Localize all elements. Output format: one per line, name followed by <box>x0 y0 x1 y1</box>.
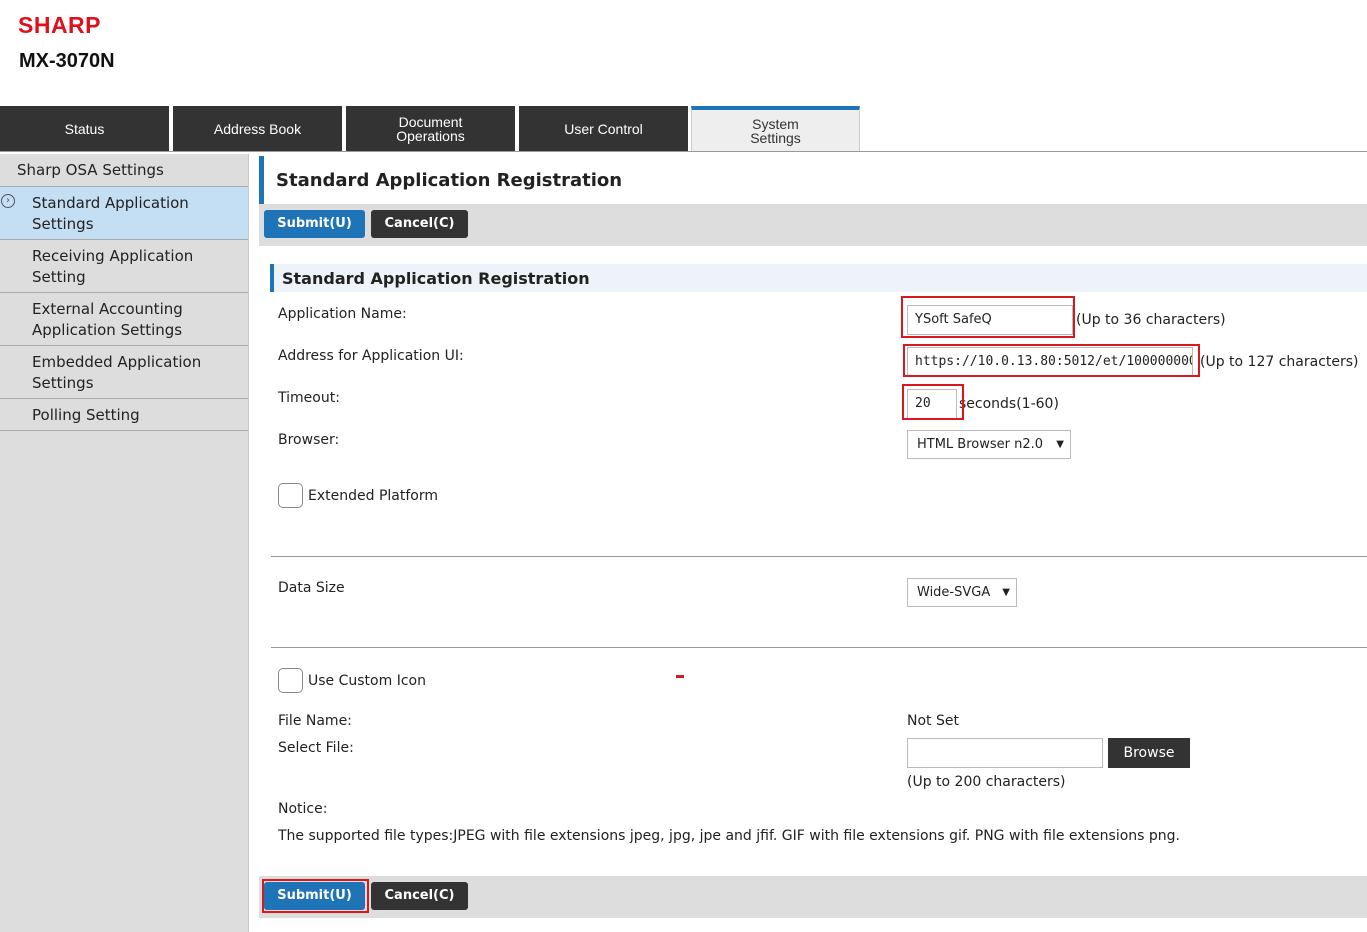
select-file-label: Select File: <box>278 740 354 756</box>
data-size-select[interactable]: Wide-SVGA ▼ <box>907 578 1017 607</box>
cancel-button[interactable]: Cancel(C) <box>371 210 468 238</box>
tab-address-book[interactable]: Address Book <box>173 106 342 152</box>
file-name-label: File Name: <box>278 713 352 729</box>
divider <box>271 647 1367 648</box>
custom-icon-label: Use Custom Icon <box>308 673 426 689</box>
bottom-button-bar: Submit(U) Cancel(C) <box>259 876 1367 918</box>
tab-system-settings[interactable]: System Settings <box>691 106 860 152</box>
submit-button[interactable]: Submit(U) <box>264 210 365 238</box>
sidebar-item-embedded-application[interactable]: Embedded Application Settings <box>0 346 248 399</box>
app-name-input[interactable]: YSoft SafeQ <box>907 305 1073 335</box>
sidebar-item-receiving-application-setting[interactable]: Receiving Application Setting <box>0 240 248 293</box>
custom-icon-checkbox[interactable] <box>278 668 303 693</box>
browser-select[interactable]: HTML Browser n2.0 ▼ <box>907 430 1071 459</box>
data-size-select-value: Wide-SVGA <box>917 585 991 600</box>
timeout-label: Timeout: <box>278 390 340 406</box>
browser-label: Browser: <box>278 432 340 448</box>
data-size-label: Data Size <box>278 580 345 596</box>
app-name-hint: (Up to 36 characters) <box>1076 312 1226 328</box>
red-mark <box>676 675 684 678</box>
sidebar-item-standard-application-settings[interactable]: › Standard Application Settings <box>0 187 248 240</box>
select-file-input[interactable] <box>907 738 1103 768</box>
browser-select-value: HTML Browser n2.0 <box>917 437 1044 452</box>
address-input[interactable]: https://10.0.13.80:5012/et/1000000000000 <box>907 347 1193 377</box>
tab-status[interactable]: Status <box>0 106 169 152</box>
app-name-label: Application Name: <box>278 306 407 322</box>
model-name: MX-3070N <box>19 50 115 72</box>
tab-underline <box>0 151 1367 152</box>
sidebar-item-label: Standard Application Settings <box>32 194 189 233</box>
cancel-button-bottom[interactable]: Cancel(C) <box>371 882 468 910</box>
tab-user-control[interactable]: User Control <box>519 106 688 152</box>
timeout-hint: seconds(1-60) <box>959 396 1059 412</box>
divider <box>271 556 1367 557</box>
sidebar-item-label: Embedded Application Settings <box>32 353 202 392</box>
sidebar-item-external-accounting[interactable]: External Accounting Application Settings <box>0 293 248 346</box>
main-tabs: Status Address Book Document Operations … <box>0 106 1367 152</box>
sidebar-item-polling-setting[interactable]: Polling Setting <box>0 399 248 431</box>
chevron-circle-icon: › <box>1 194 15 208</box>
browse-button[interactable]: Browse <box>1108 738 1190 768</box>
sidebar-item-label: Receiving Application Setting <box>32 247 194 286</box>
tab-document-operations[interactable]: Document Operations <box>346 106 515 152</box>
page-title: Standard Application Registration <box>259 156 1367 204</box>
extended-platform-label: Extended Platform <box>308 488 438 504</box>
select-file-hint: (Up to 200 characters) <box>907 774 1066 790</box>
sharp-logo: SHARP <box>18 12 102 38</box>
sidebar-heading[interactable]: Sharp OSA Settings <box>0 154 248 187</box>
top-button-bar: Submit(U) Cancel(C) <box>259 204 1367 246</box>
extended-platform-checkbox[interactable] <box>278 483 303 508</box>
sidebar-item-label: External Accounting Application Settings <box>32 300 183 339</box>
dropdown-arrow-icon: ▼ <box>1002 587 1010 598</box>
submit-button-bottom[interactable]: Submit(U) <box>264 882 365 910</box>
timeout-input[interactable]: 20 <box>907 389 957 419</box>
file-name-value: Not Set <box>907 713 959 729</box>
dropdown-arrow-icon: ▼ <box>1056 439 1064 450</box>
notice-text: The supported file types:JPEG with file … <box>278 828 1180 844</box>
address-label: Address for Application UI: <box>278 348 464 364</box>
sidebar-item-label: Polling Setting <box>32 406 140 424</box>
section-title: Standard Application Registration <box>270 264 1367 292</box>
address-hint: (Up to 127 characters) <box>1200 354 1359 370</box>
notice-label: Notice: <box>278 801 328 817</box>
sidebar: Sharp OSA Settings › Standard Applicatio… <box>0 154 249 932</box>
